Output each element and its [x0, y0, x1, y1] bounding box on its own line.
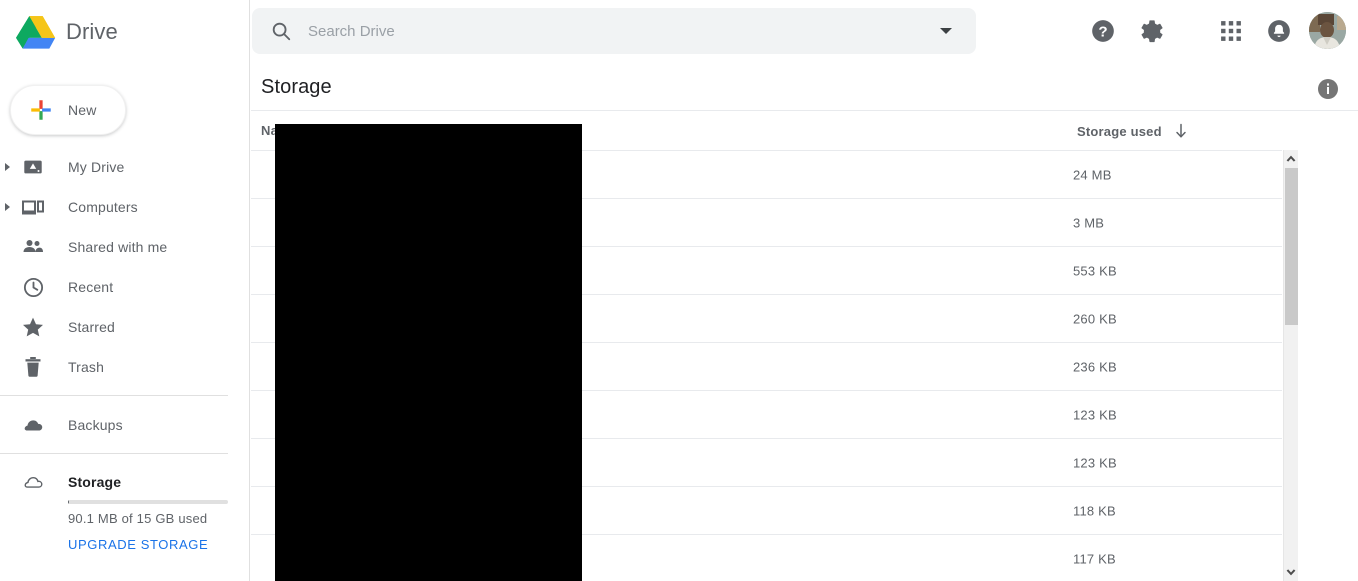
scroll-down-button[interactable]	[1284, 564, 1298, 581]
storage-used-text: 90.1 MB of 15 GB used	[68, 511, 208, 526]
sidebar-item-computers[interactable]: Computers	[0, 187, 250, 227]
cell-storage-used: 24 MB	[1073, 167, 1112, 182]
svg-text:?: ?	[1098, 23, 1107, 40]
settings-gear-icon[interactable]	[1136, 16, 1166, 46]
sidebar-item-label: Starred	[68, 319, 115, 335]
drive-app: Drive New My Drive Computers Shared with…	[0, 0, 1358, 581]
cell-storage-used: 260 KB	[1073, 311, 1117, 326]
sidebar-item-shared-with-me[interactable]: Shared with me	[0, 227, 250, 267]
page-title: Storage	[261, 76, 332, 98]
scroll-up-button[interactable]	[1284, 150, 1298, 167]
column-header-storage-used[interactable]: Storage used	[1077, 123, 1188, 139]
sidebar-item-label: Trash	[68, 359, 105, 375]
sidebar-item-my-drive[interactable]: My Drive	[0, 147, 250, 187]
cell-storage-used: 117 KB	[1073, 551, 1116, 566]
sidebar-item-label: My Drive	[68, 159, 125, 175]
new-button-label: New	[68, 102, 97, 118]
sidebar-divider	[0, 453, 228, 454]
column-header-label: Storage used	[1077, 123, 1162, 139]
cloud-filled-icon	[21, 413, 45, 437]
sidebar-item-label: Recent	[68, 279, 114, 295]
sidebar-item-label: Backups	[68, 417, 123, 433]
clock-icon	[21, 275, 45, 299]
sidebar-item-trash[interactable]: Trash	[0, 347, 250, 387]
sidebar-item-label: Storage	[68, 474, 122, 490]
arrow-down-icon	[1176, 123, 1186, 138]
brand[interactable]: Drive	[16, 10, 118, 54]
cell-storage-used: 3 MB	[1073, 215, 1105, 230]
sidebar-item-backups[interactable]: Backups	[0, 405, 250, 445]
people-icon	[21, 235, 45, 259]
main-content: Storage Name Storage used 24 MB3 MB553 K…	[251, 62, 1358, 581]
sidebar: Drive New My Drive Computers Shared with…	[0, 0, 250, 581]
drive-logo-icon	[16, 16, 56, 49]
new-button[interactable]: New	[10, 85, 126, 135]
upgrade-storage-link[interactable]: UPGRADE STORAGE	[68, 537, 208, 552]
help-icon[interactable]: ?	[1088, 16, 1118, 46]
sidebar-item-label: Shared with me	[68, 239, 168, 255]
cell-storage-used: 118 KB	[1073, 503, 1116, 518]
header-divider	[251, 110, 1358, 111]
chevron-up-icon	[1286, 155, 1296, 162]
chevron-down-icon[interactable]	[940, 28, 952, 34]
sidebar-item-starred[interactable]: Starred	[0, 307, 250, 347]
sidebar-item-label: Computers	[68, 199, 138, 215]
info-icon[interactable]	[1316, 77, 1340, 101]
user-avatar[interactable]	[1309, 12, 1346, 49]
cell-storage-used: 123 KB	[1073, 407, 1117, 422]
sidebar-nav: My Drive Computers Shared with me Recent…	[0, 147, 250, 387]
my-drive-icon	[21, 155, 45, 179]
cell-storage-used: 236 KB	[1073, 359, 1117, 374]
sidebar-divider	[0, 395, 228, 396]
star-icon	[21, 315, 45, 339]
chevron-down-icon	[1286, 569, 1296, 576]
cloud-outline-icon	[21, 470, 45, 494]
avatar-photo	[1309, 12, 1346, 49]
cell-storage-used: 553 KB	[1073, 263, 1117, 278]
sidebar-item-recent[interactable]: Recent	[0, 267, 250, 307]
sidebar-item-storage[interactable]: Storage	[0, 462, 250, 502]
scrollbar-thumb[interactable]	[1285, 168, 1298, 325]
redacted-region	[275, 124, 582, 581]
table-scrollbar[interactable]	[1283, 150, 1298, 581]
brand-name: Drive	[66, 19, 118, 44]
search-input[interactable]	[306, 21, 940, 41]
search-icon	[272, 22, 291, 41]
storage-meter-fill	[68, 500, 69, 504]
computers-icon	[21, 195, 45, 219]
cell-storage-used: 123 KB	[1073, 455, 1117, 470]
apps-grid-icon[interactable]	[1216, 16, 1246, 46]
plus-icon	[31, 100, 51, 120]
search-bar[interactable]	[252, 8, 976, 54]
trash-icon	[21, 355, 45, 379]
storage-meter	[68, 500, 228, 504]
expand-caret-icon[interactable]	[5, 203, 10, 211]
notifications-bell-icon[interactable]	[1264, 16, 1294, 46]
expand-caret-icon[interactable]	[5, 163, 10, 171]
